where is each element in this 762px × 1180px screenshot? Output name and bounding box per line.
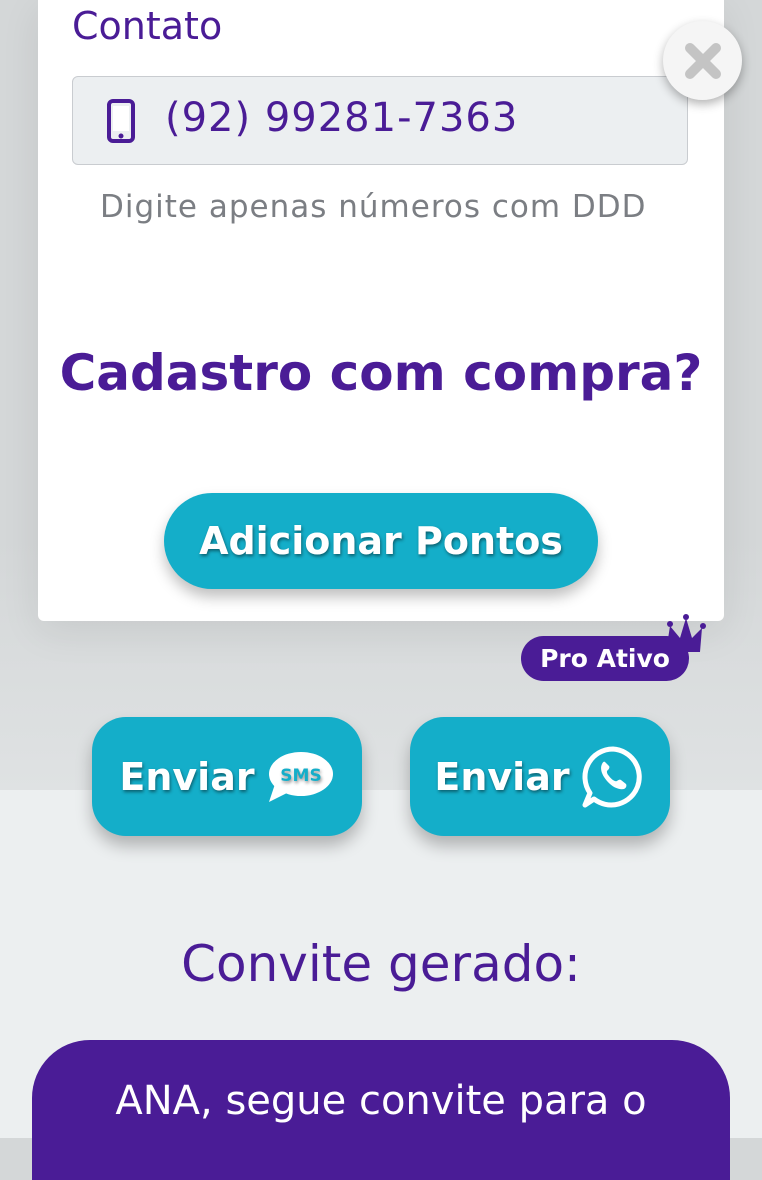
invite-message: ANA, segue convite para o [115,1078,647,1124]
invite-message-box: ANA, segue convite para o [32,1040,730,1180]
sms-bubble-icon: SMS [268,751,333,802]
svg-text:SMS: SMS [280,766,321,786]
close-button[interactable] [663,21,742,100]
crown-icon [666,614,706,652]
phone-field[interactable]: (92) 99281-7363 [72,76,688,165]
send-whatsapp-label: Enviar [434,754,570,799]
send-sms-label: Enviar [119,754,255,799]
contact-label: Contato [72,4,223,48]
send-sms-button[interactable]: Enviar SMS [92,717,362,836]
phone-value: (92) 99281-7363 [165,95,519,141]
close-icon [684,42,721,79]
phone-hint: Digite apenas números com DDD [100,189,647,225]
send-whatsapp-button[interactable]: Enviar [410,717,670,836]
whatsapp-icon [582,746,642,807]
purchase-question: Cadastro com compra? [59,344,703,402]
add-points-button[interactable]: Adicionar Pontos [164,493,598,589]
phone-icon [107,99,135,143]
modal-card: Contato (92) 99281-7363 Digite apenas nú… [38,0,724,621]
invite-title: Convite gerado: [181,935,581,993]
